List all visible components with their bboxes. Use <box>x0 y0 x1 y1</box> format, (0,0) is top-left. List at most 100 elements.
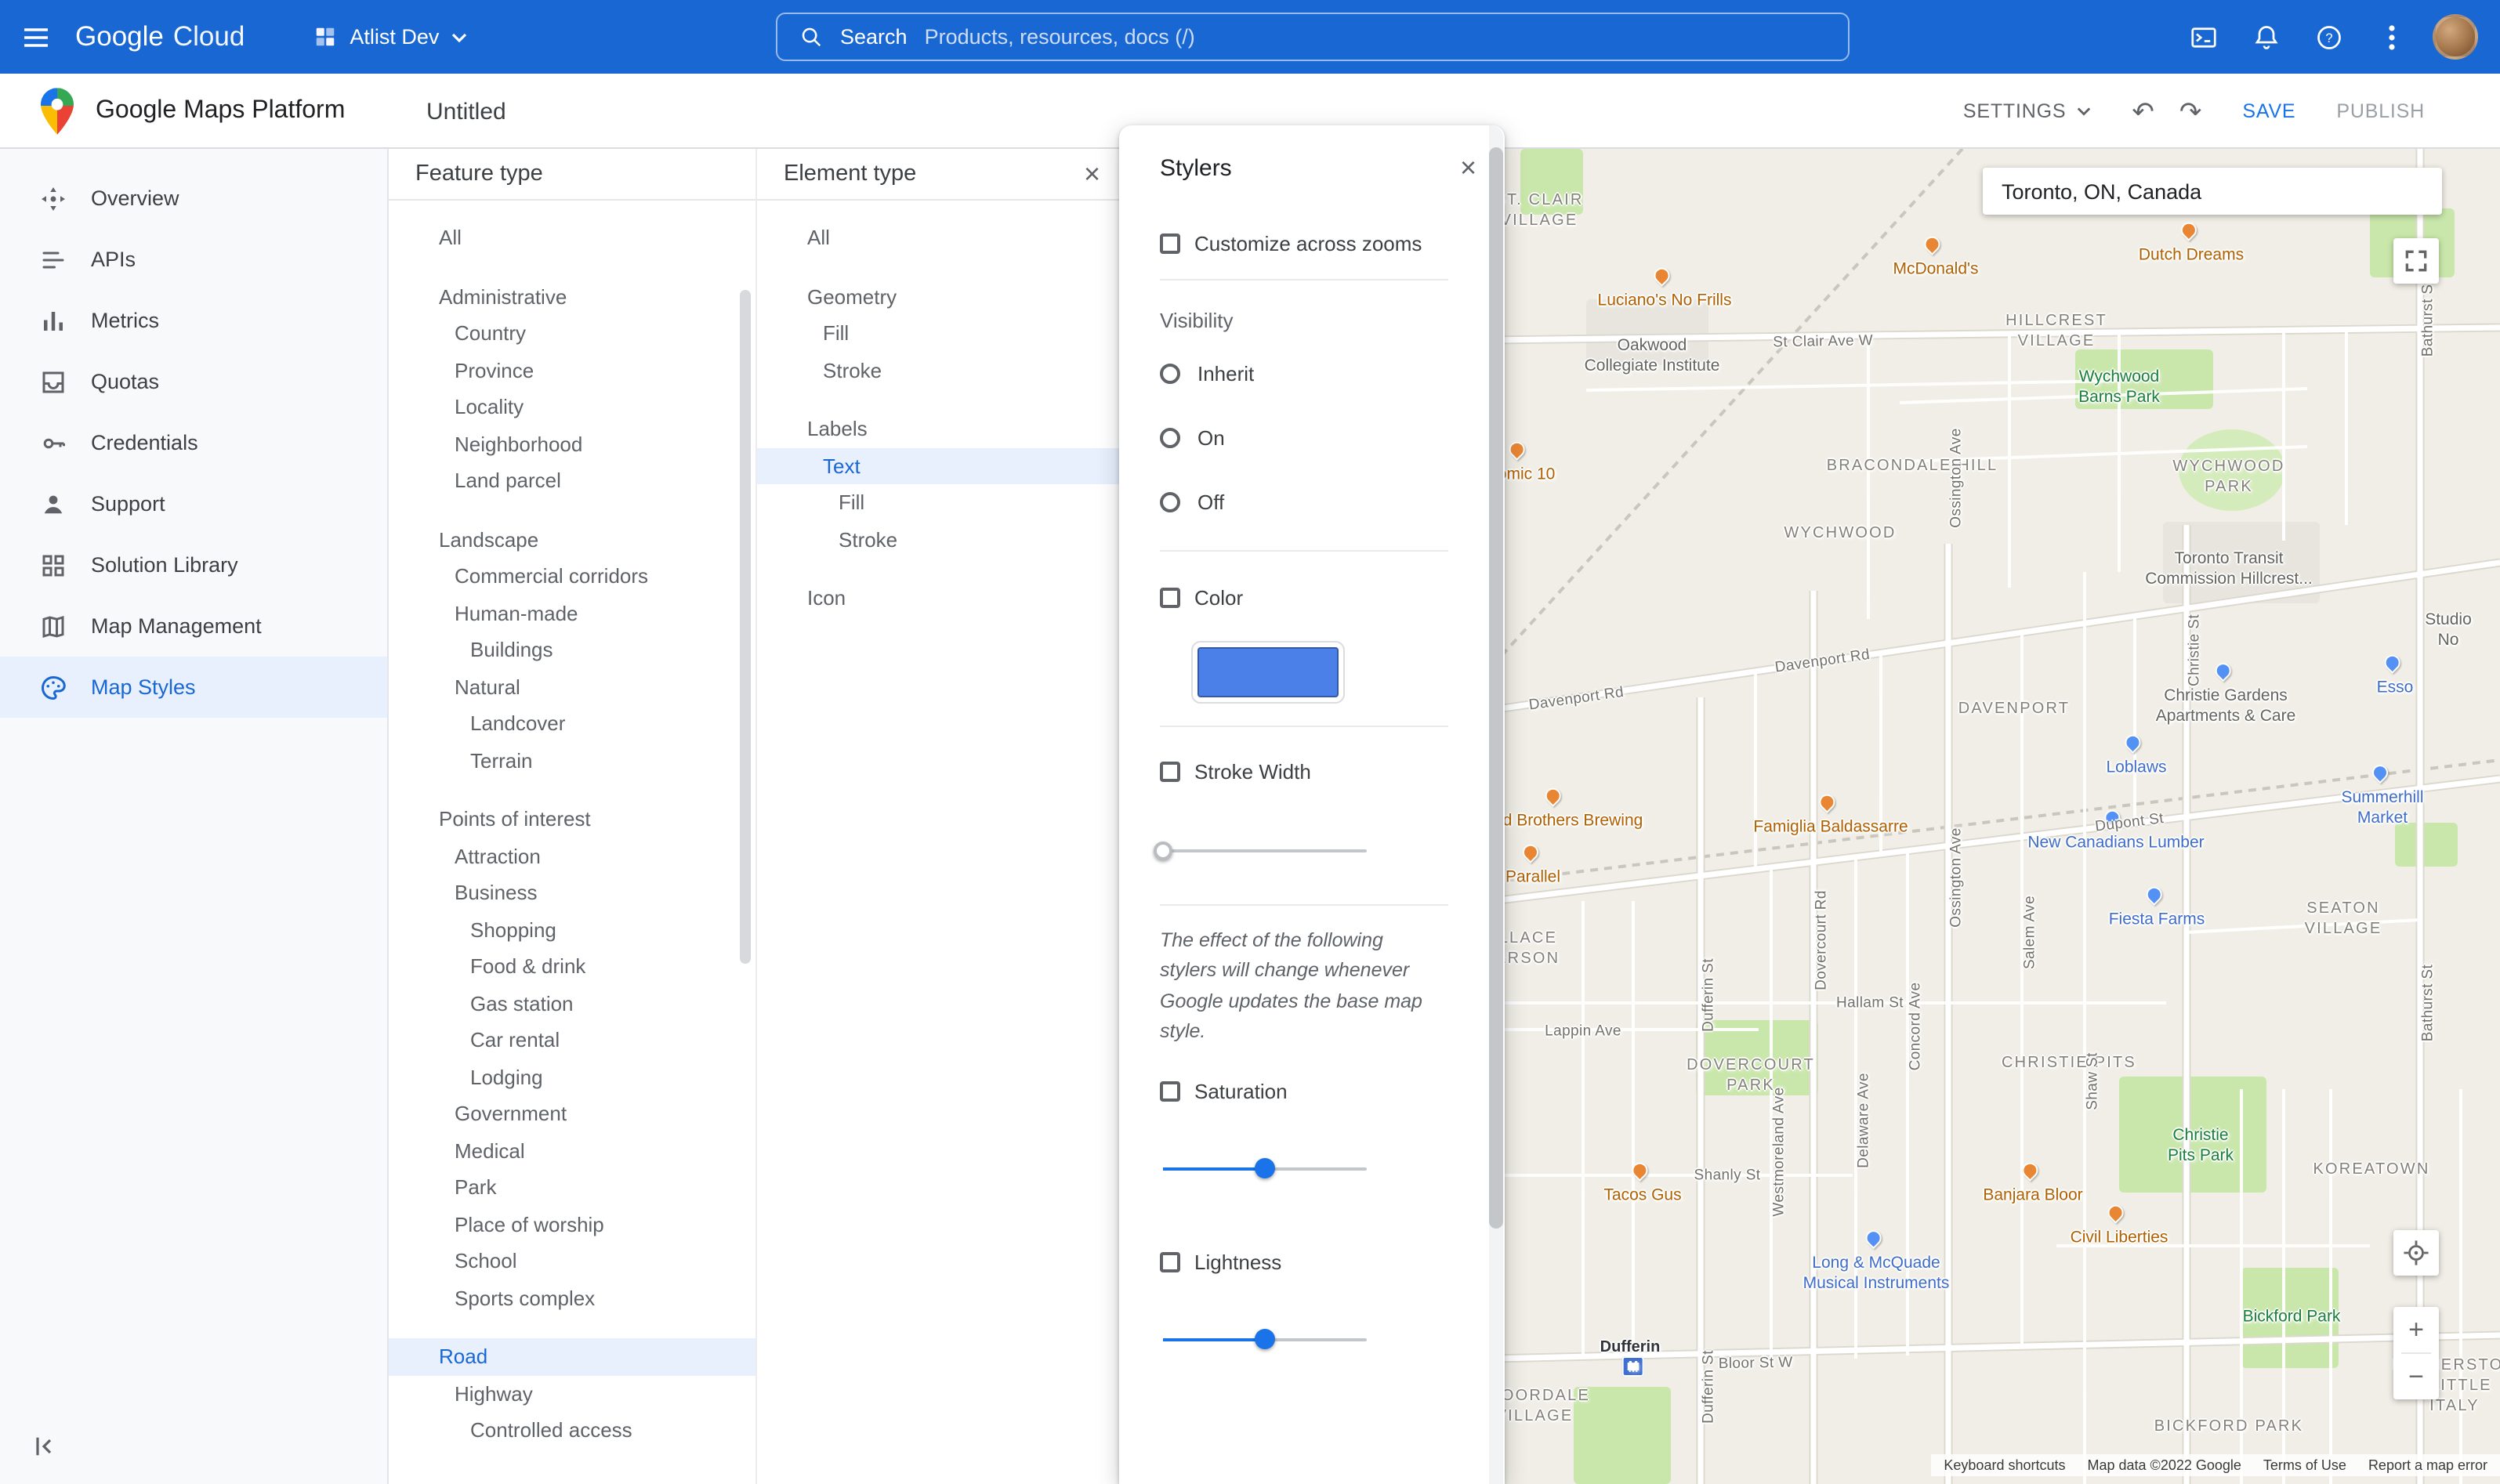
my-location-button[interactable] <box>2393 1230 2439 1276</box>
collapse-sidebar-button[interactable] <box>25 1428 63 1465</box>
feature-type-item[interactable]: Buildings <box>389 632 755 668</box>
element-type-item[interactable]: Fill <box>757 315 1125 352</box>
undo-button[interactable]: ↶ <box>2132 98 2154 125</box>
element-type-item[interactable]: Stroke <box>757 352 1125 389</box>
element-type-item[interactable]: Fill <box>757 484 1125 521</box>
stroke-width-checkbox[interactable] <box>1160 761 1180 781</box>
notifications-button[interactable] <box>2235 0 2298 74</box>
element-type-item[interactable]: Labels <box>757 411 1125 447</box>
saturation-checkbox[interactable] <box>1160 1081 1180 1102</box>
element-type-item[interactable]: Icon <box>757 580 1125 617</box>
feature-type-item[interactable]: Park <box>389 1169 755 1206</box>
feature-type-item[interactable]: Place of worship <box>389 1206 755 1243</box>
map-label: ST. CLAIR VILLAGE <box>1495 170 1583 231</box>
map-attribution-link[interactable]: Report a map error <box>2368 1457 2487 1473</box>
radio-button[interactable] <box>1160 427 1180 447</box>
fullscreen-button[interactable] <box>2393 238 2439 284</box>
sidebar-item[interactable]: Solution Library <box>0 534 387 595</box>
feature-type-item[interactable]: Attraction <box>389 838 755 874</box>
save-button[interactable]: SAVE <box>2242 100 2295 122</box>
map-attribution-link[interactable]: Map data ©2022 Google <box>2088 1457 2241 1473</box>
zoom-out-button[interactable]: − <box>2393 1354 2439 1399</box>
cloud-shell-button[interactable] <box>2172 0 2235 74</box>
settings-button[interactable]: SETTINGS <box>1963 100 2091 122</box>
stroke-width-slider[interactable] <box>1163 840 1367 862</box>
sidebar-item[interactable]: APIs <box>0 229 387 290</box>
lightness-checkbox[interactable] <box>1160 1252 1180 1272</box>
feature-type-item[interactable]: Country <box>389 315 755 352</box>
hamburger-menu-button[interactable] <box>0 0 72 74</box>
map-search-box[interactable]: Toronto, ON, Canada <box>1983 168 2442 215</box>
zoom-in-button[interactable]: + <box>2393 1307 2439 1352</box>
feature-type-item[interactable]: Road <box>389 1338 755 1375</box>
bell-icon <box>2252 23 2281 51</box>
element-type-item-label: Icon <box>807 587 846 610</box>
feature-type-item[interactable]: Locality <box>389 389 755 425</box>
help-button[interactable]: ? <box>2298 0 2361 74</box>
customize-across-zooms-checkbox[interactable] <box>1160 233 1180 253</box>
map-attribution-link[interactable]: Terms of Use <box>2263 1457 2346 1473</box>
feature-list-scrollbar[interactable] <box>740 290 751 964</box>
feature-type-item[interactable]: Commercial corridors <box>389 558 755 595</box>
close-element-panel-button[interactable]: × <box>1074 160 1110 188</box>
google-cloud-logo[interactable]: Google Cloud <box>75 20 245 53</box>
sidebar-item[interactable]: Map Styles <box>0 657 387 718</box>
feature-type-item[interactable]: Sports complex <box>389 1279 755 1316</box>
feature-type-item[interactable]: Medical <box>389 1132 755 1169</box>
feature-type-item[interactable]: Administrative <box>389 278 755 315</box>
slider-thumb[interactable] <box>1255 1329 1275 1349</box>
lightness-slider[interactable] <box>1163 1328 1367 1350</box>
feature-type-item[interactable]: Land parcel <box>389 462 755 499</box>
element-type-item[interactable]: Geometry <box>757 278 1125 315</box>
element-type-item[interactable]: All <box>757 219 1125 256</box>
feature-type-item[interactable]: Shopping <box>389 911 755 948</box>
feature-type-item[interactable]: Province <box>389 352 755 389</box>
radio-button[interactable] <box>1160 363 1180 383</box>
publish-button[interactable]: PUBLISH <box>2336 100 2425 122</box>
sidebar-item[interactable]: Overview <box>0 168 387 229</box>
feature-type-item[interactable]: Landcover <box>389 705 755 742</box>
close-stylers-button[interactable]: × <box>1451 154 1486 182</box>
feature-type-item[interactable]: Controlled access <box>389 1412 755 1449</box>
feature-type-header: Feature type <box>389 149 755 201</box>
slider-thumb[interactable] <box>1255 1158 1275 1178</box>
feature-type-item[interactable]: Car rental <box>389 1022 755 1059</box>
radio-button[interactable] <box>1160 491 1180 512</box>
feature-type-item[interactable]: Gas station <box>389 985 755 1022</box>
feature-type-item[interactable]: Business <box>389 874 755 911</box>
sidebar-item[interactable]: Map Management <box>0 595 387 657</box>
color-swatch[interactable] <box>1191 641 1345 704</box>
account-avatar[interactable] <box>2433 14 2478 60</box>
document-title[interactable]: Untitled <box>426 74 506 149</box>
feature-type-item[interactable]: All <box>389 219 755 256</box>
project-switcher[interactable]: Atlist Dev <box>298 16 483 58</box>
color-checkbox[interactable] <box>1160 587 1180 607</box>
map-label: Salem Ave <box>2002 896 2041 969</box>
map-canvas[interactable]: ST. CLAIR VILLAGE HILLCREST VILLAGE BRAC… <box>1492 149 2500 1484</box>
map-attribution-link[interactable]: Keyboard shortcuts <box>1944 1457 2065 1473</box>
element-type-item[interactable]: Text <box>757 447 1125 484</box>
more-options-button[interactable] <box>2361 0 2423 74</box>
sidebar-item[interactable]: Credentials <box>0 412 387 473</box>
feature-type-item[interactable]: Terrain <box>389 742 755 779</box>
feature-type-item[interactable]: School <box>389 1243 755 1279</box>
redo-button[interactable]: ↷ <box>2179 98 2202 125</box>
sidebar-item[interactable]: Quotas <box>0 351 387 412</box>
feature-type-item[interactable]: Highway <box>389 1375 755 1412</box>
slider-thumb[interactable] <box>1154 841 1172 860</box>
sidebar-item[interactable]: Support <box>0 473 387 534</box>
feature-type-item[interactable]: Lodging <box>389 1059 755 1095</box>
saturation-slider[interactable] <box>1163 1157 1367 1179</box>
feature-type-item[interactable]: Government <box>389 1095 755 1132</box>
feature-type-item[interactable]: Landscape <box>389 521 755 558</box>
element-type-item-label: Fill <box>839 491 864 515</box>
element-type-item[interactable]: Stroke <box>757 521 1125 558</box>
feature-type-item[interactable]: Neighborhood <box>389 425 755 462</box>
feature-type-item[interactable]: Human-made <box>389 595 755 632</box>
search-bar[interactable]: Search Products, resources, docs (/) <box>776 13 1850 61</box>
feature-type-item[interactable]: Natural <box>389 668 755 705</box>
sidebar-item[interactable]: Metrics <box>0 290 387 351</box>
stylers-scrollbar[interactable] <box>1489 147 1503 1229</box>
feature-type-item[interactable]: Points of interest <box>389 801 755 838</box>
feature-type-item[interactable]: Food & drink <box>389 948 755 985</box>
